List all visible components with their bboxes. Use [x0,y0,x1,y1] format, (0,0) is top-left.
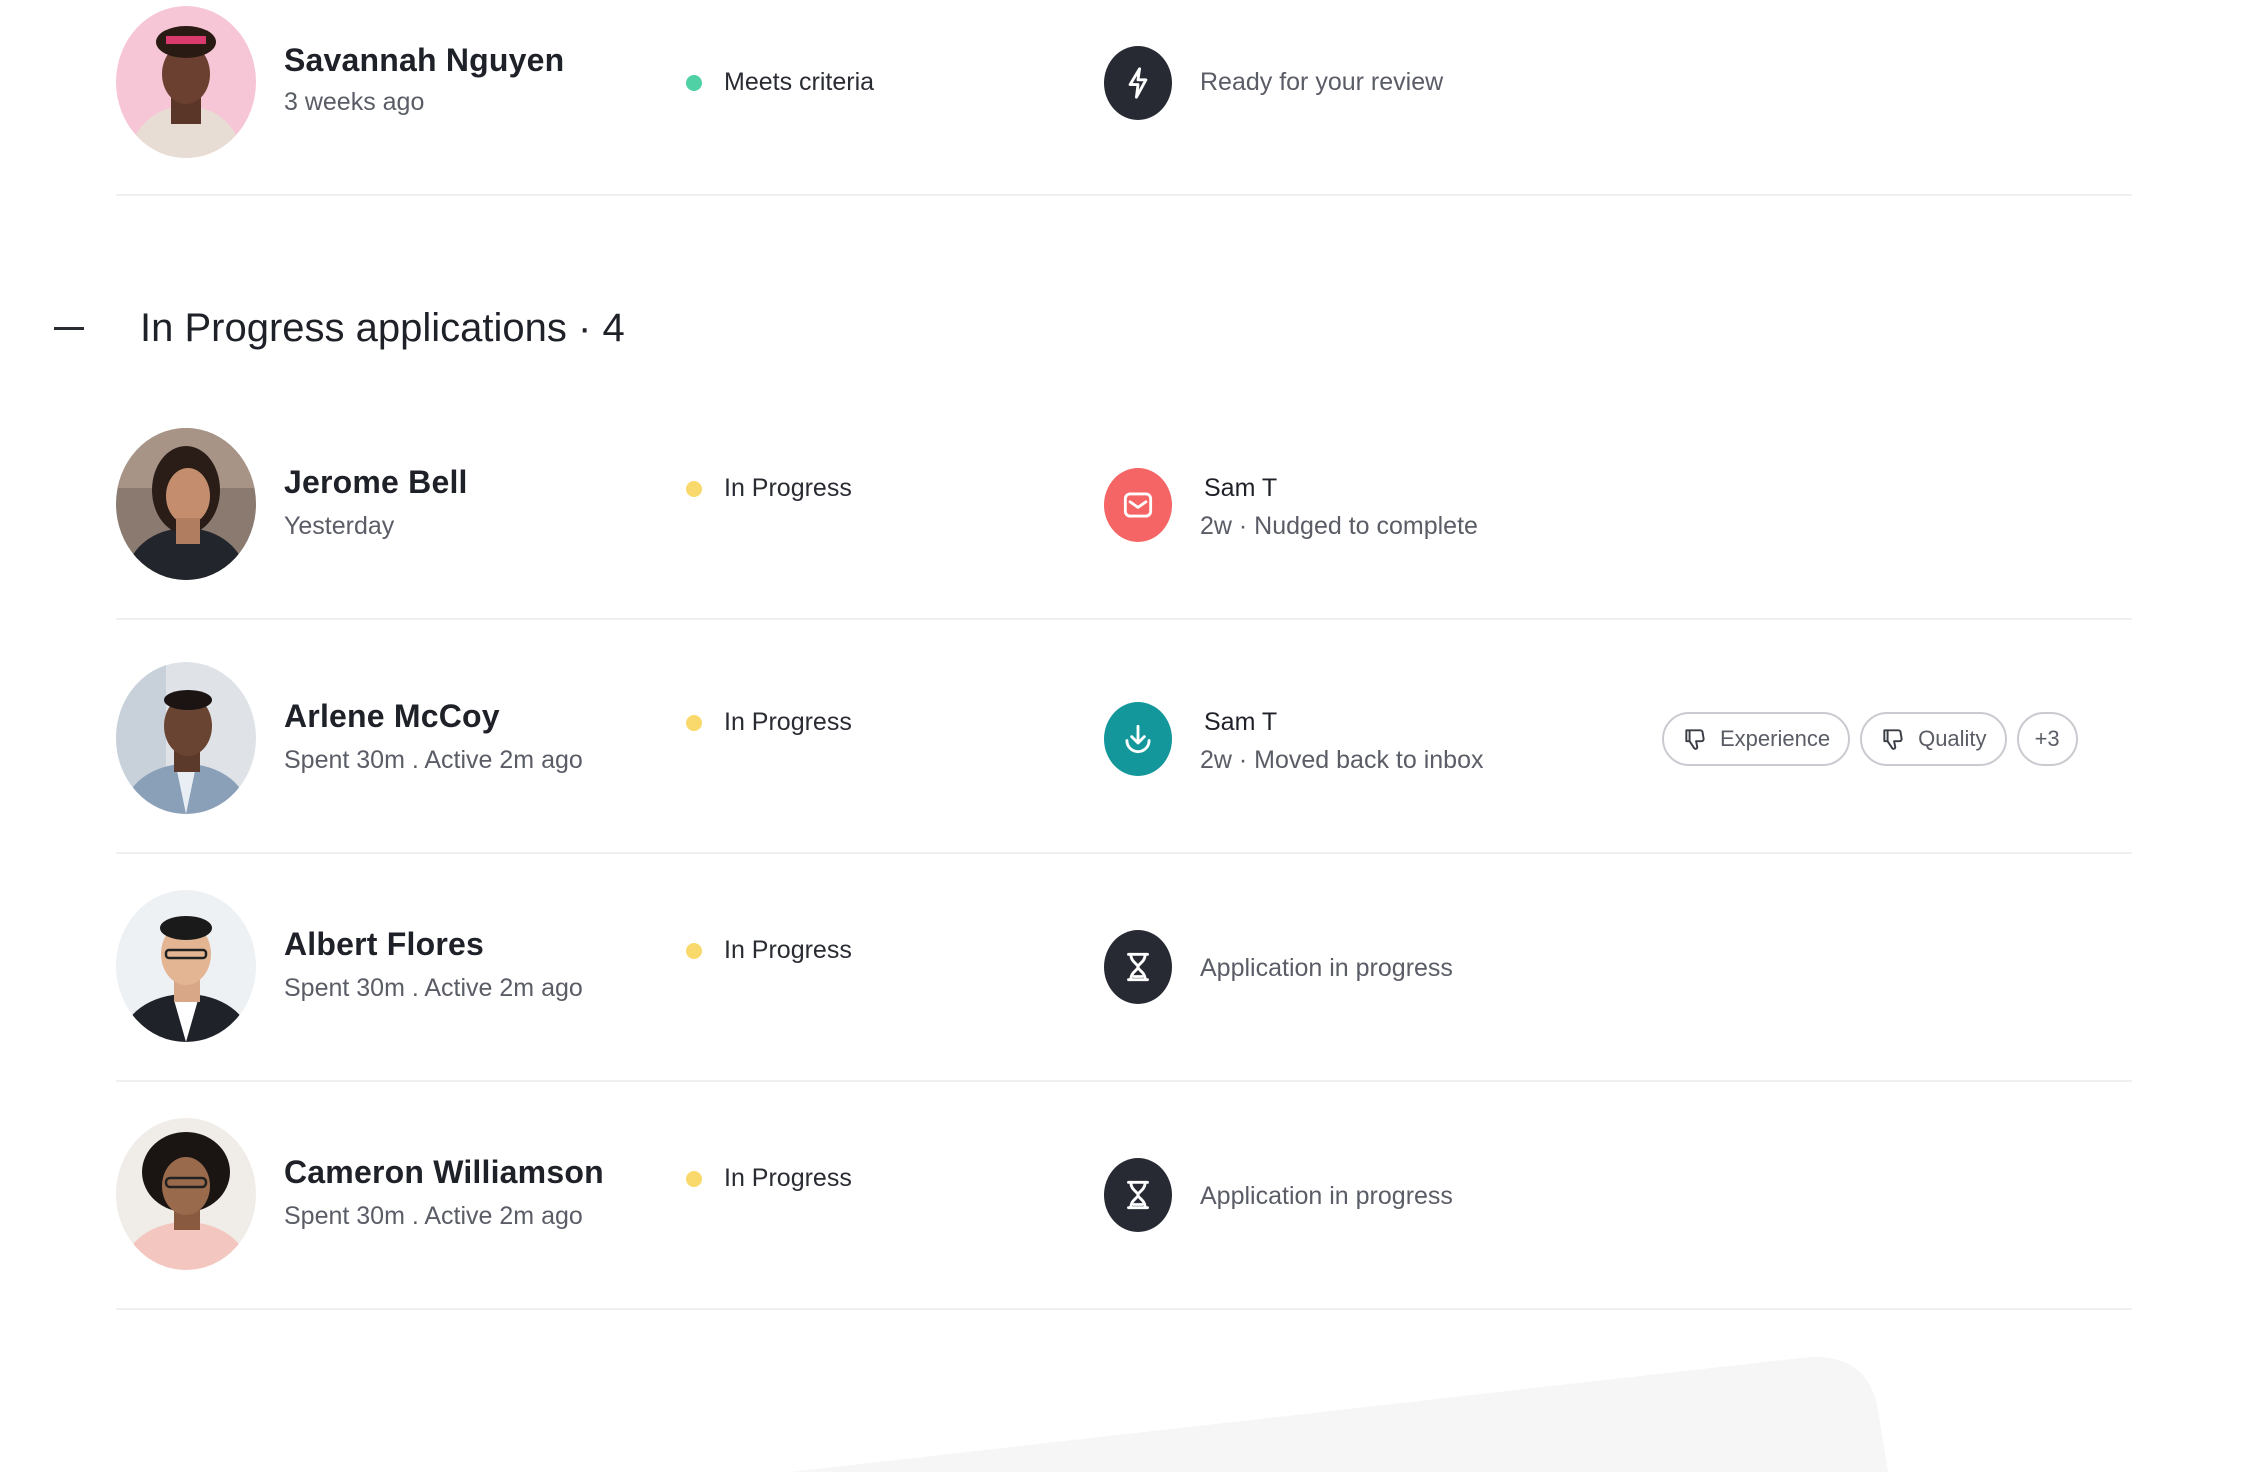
row-divider [116,194,2132,196]
minus-icon[interactable] [54,327,84,330]
applicant-name[interactable]: Arlene McCoy [284,698,500,735]
status-indicator: In Progress [686,936,852,965]
row-divider [116,1080,2132,1082]
tag-label: +3 [2034,726,2060,751]
activity-actor: Sam T [1204,474,1278,502]
row-divider [116,852,2132,854]
status-label: In Progress [724,708,852,736]
status-indicator: Meets criteria [686,68,874,97]
applicant-meta: Yesterday [284,512,395,540]
avatar[interactable] [116,6,256,158]
status-label: In Progress [724,1164,852,1192]
status-dot [686,480,702,497]
row-divider [116,618,2132,620]
status-label: In Progress [724,936,852,964]
feedback-tags: Experience Quality +3 [1662,712,2078,766]
activity-sub: 2w · Nudged to complete [1200,512,1478,540]
thumbs-down-icon [1685,729,1705,750]
applicant-name[interactable]: Savannah Nguyen [284,42,564,79]
status-indicator: In Progress [686,708,852,737]
applicant-meta: Spent 30m . Active 2m ago [284,974,583,1002]
section-header: In Progress applications · 4 [54,306,625,351]
activity-actor: Sam T [1204,708,1278,736]
status-indicator: In Progress [686,1164,852,1193]
applicant-name[interactable]: Jerome Bell [284,464,468,501]
bolt-icon [1104,46,1172,120]
status-dot [686,714,702,731]
avatar[interactable] [116,428,256,580]
hourglass-icon [1104,930,1172,1004]
tag-label: Quality [1918,726,1987,751]
activity-text: Application in progress [1200,1182,1453,1210]
activity-sub: 2w · Moved back to inbox [1200,746,1484,774]
tag-label: Experience [1720,726,1831,751]
applicant-meta: 3 weeks ago [284,88,425,116]
section-title: In Progress applications · 4 [140,306,625,350]
status-indicator: In Progress [686,474,852,503]
status-label: Meets criteria [724,68,875,96]
status-dot [686,1170,702,1187]
mail-icon [1104,468,1172,542]
status-dot [686,74,702,91]
applications-page: Savannah Nguyen 3 weeks ago Meets criter… [0,0,2250,1472]
download-icon [1104,702,1172,776]
thumbs-down-icon [1883,729,1903,750]
tag-experience[interactable]: Experience [1662,712,1851,766]
hourglass-icon [1104,1158,1172,1232]
activity-text: Ready for your review [1200,68,1444,96]
avatar[interactable] [116,1118,256,1270]
tag-quality[interactable]: Quality [1860,712,2007,766]
activity-text: Application in progress [1200,954,1453,982]
status-label: In Progress [724,474,852,502]
row-divider [116,1308,2132,1310]
applicant-name[interactable]: Albert Flores [284,926,484,963]
tag-more[interactable]: +3 [2016,712,2078,766]
avatar[interactable] [116,890,256,1042]
applicant-name[interactable]: Cameron Williamson [284,1154,604,1191]
status-dot [686,942,702,959]
avatar[interactable] [116,662,256,814]
applicant-meta: Spent 30m . Active 2m ago [284,746,583,774]
applicant-meta: Spent 30m . Active 2m ago [284,1202,583,1230]
